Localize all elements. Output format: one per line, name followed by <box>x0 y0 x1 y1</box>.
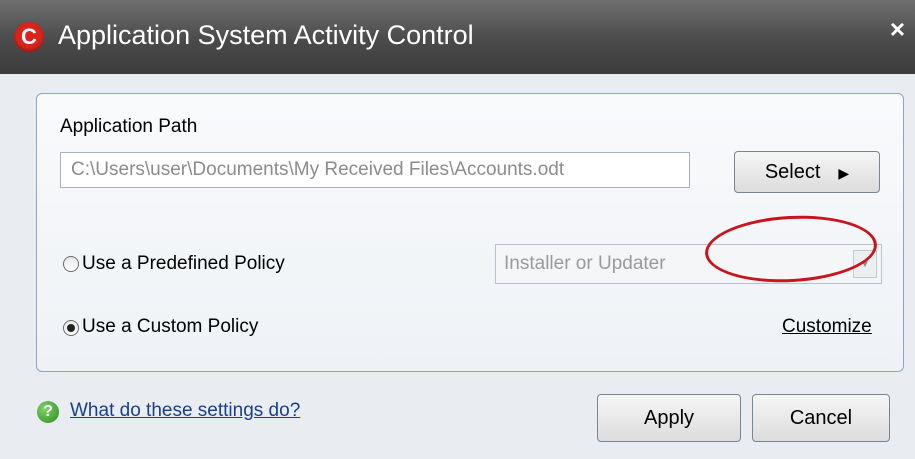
play-arrow-icon: ▶ <box>838 165 850 181</box>
close-icon[interactable]: × <box>890 14 905 45</box>
predefined-policy-label[interactable]: Use a Predefined Policy <box>82 253 285 275</box>
cancel-button[interactable]: Cancel <box>752 394 890 442</box>
custom-policy-radio[interactable] <box>63 320 79 336</box>
app-logo-icon: C <box>14 22 44 52</box>
title-bar: C Application System Activity Control × <box>0 0 915 74</box>
custom-policy-label[interactable]: Use a Custom Policy <box>82 316 258 338</box>
application-system-activity-control-dialog: C Application System Activity Control × … <box>0 0 915 459</box>
customize-link[interactable]: Customize <box>782 316 872 338</box>
apply-button[interactable]: Apply <box>597 394 741 442</box>
select-button[interactable]: Select ▶ <box>734 151 880 193</box>
application-path-label: Application Path <box>60 116 198 137</box>
predefined-policy-radio[interactable] <box>63 256 79 272</box>
application-path-field[interactable]: C:\Users\user\Documents\My Received File… <box>60 152 690 188</box>
help-link[interactable]: What do these settings do? <box>70 400 300 422</box>
predefined-policy-value: Installer or Updater <box>504 253 666 274</box>
select-button-label: Select <box>764 161 821 183</box>
window-title: Application System Activity Control <box>58 20 474 50</box>
help-icon: ? <box>37 401 59 423</box>
